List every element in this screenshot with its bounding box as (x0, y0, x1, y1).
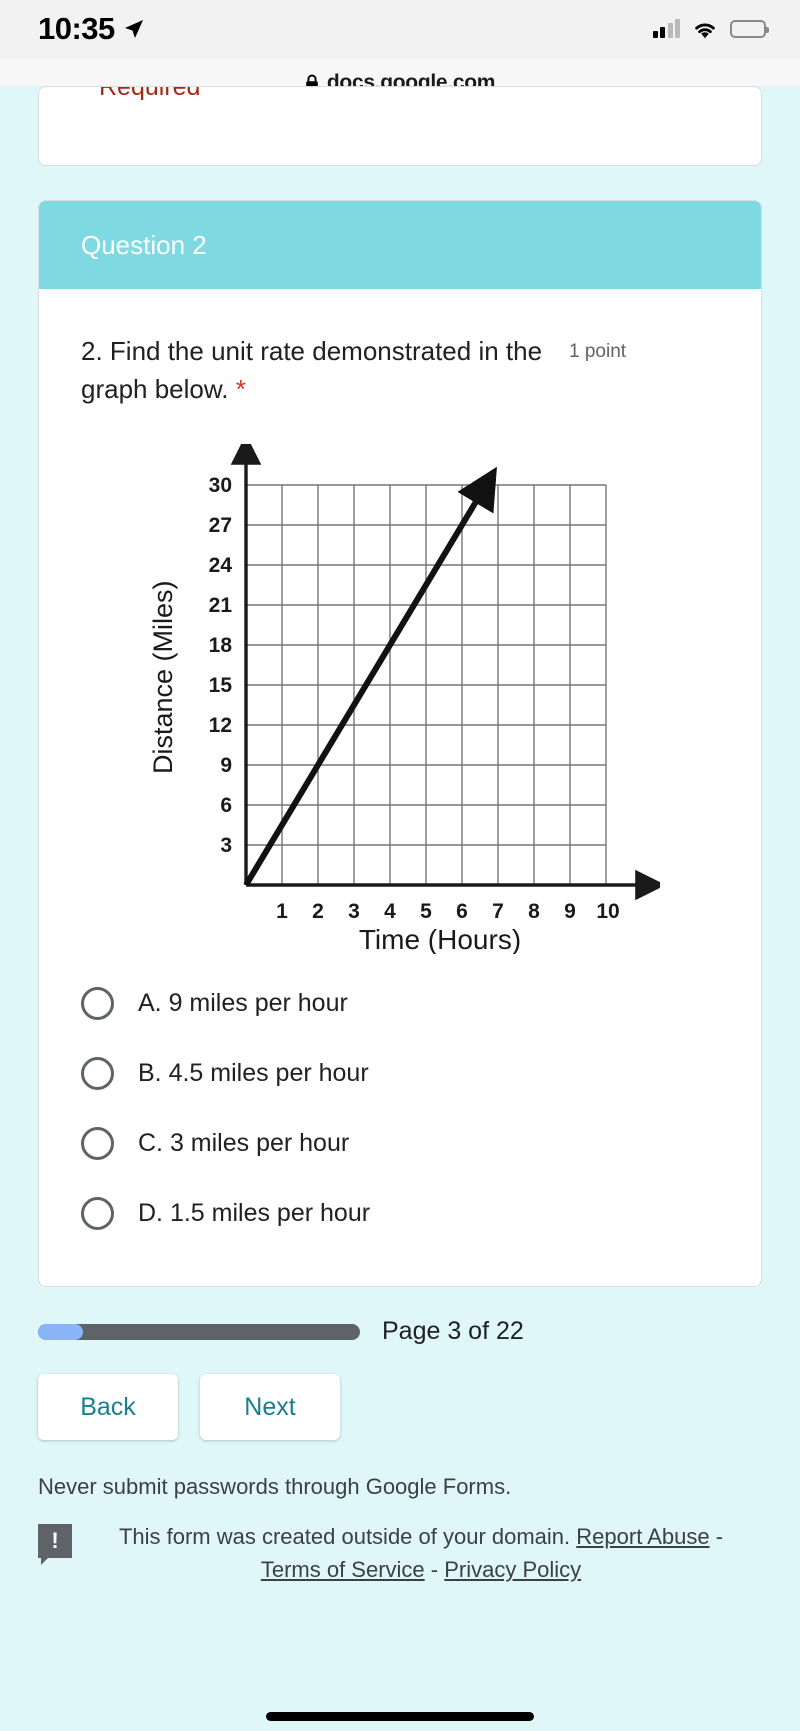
radio-button-icon[interactable] (81, 987, 114, 1020)
progress-row: Page 3 of 22 (38, 1317, 762, 1346)
question-text: 2. Find the unit rate demonstrated in th… (81, 333, 551, 408)
radio-button-icon[interactable] (81, 1057, 114, 1090)
back-button[interactable]: Back (38, 1374, 178, 1440)
x-axis-title: Time (Hours) (359, 924, 521, 954)
svg-text:3: 3 (220, 834, 232, 857)
question-points: 1 point (569, 333, 626, 363)
svg-text:27: 27 (209, 514, 232, 537)
svg-text:6: 6 (456, 900, 468, 923)
svg-text:1: 1 (276, 900, 288, 923)
required-asterisk: * (236, 374, 246, 404)
abuse-separator-1: - (710, 1524, 723, 1549)
wifi-icon (692, 20, 718, 39)
page-counter: Page 3 of 22 (382, 1317, 524, 1346)
question-card-body: 2. Find the unit rate demonstrated in th… (39, 289, 761, 1286)
svg-text:24: 24 (209, 554, 233, 577)
home-indicator (266, 1712, 534, 1721)
distance-time-line-graph: Distance (Miles) 30 27 24 21 18 15 12 9 … (140, 444, 660, 954)
question-card: Question 2 2. Find the unit rate demonst… (38, 200, 762, 1287)
svg-text:6: 6 (220, 794, 232, 817)
x-tick-labels: 1 2 3 4 5 6 7 8 9 10 (276, 900, 620, 923)
answer-option-label: A. 9 miles per hour (138, 989, 348, 1018)
svg-text:15: 15 (209, 674, 233, 697)
previous-question-card: Required (38, 86, 762, 166)
question-text-content: 2. Find the unit rate demonstrated in th… (81, 336, 542, 404)
next-button[interactable]: Next (200, 1374, 340, 1440)
svg-text:8: 8 (528, 900, 540, 923)
required-error-text: Required (99, 86, 200, 102)
svg-text:2: 2 (312, 900, 324, 923)
status-bar-clock: 10:35 (38, 11, 115, 47)
cellular-signal-icon (653, 20, 681, 38)
answer-option-d[interactable]: D. 1.5 miles per hour (81, 1178, 719, 1248)
svg-text:18: 18 (209, 634, 233, 657)
answer-option-b[interactable]: B. 4.5 miles per hour (81, 1038, 719, 1108)
password-disclaimer: Never submit passwords through Google Fo… (38, 1474, 762, 1500)
answer-option-label: C. 3 miles per hour (138, 1129, 349, 1158)
svg-text:3: 3 (348, 900, 360, 923)
abuse-separator-2: - (425, 1557, 445, 1582)
report-abuse-icon: ! (38, 1524, 72, 1558)
report-abuse-row: ! This form was created outside of your … (38, 1520, 762, 1586)
status-bar-right (653, 20, 767, 39)
svg-text:10: 10 (596, 900, 619, 923)
data-line-ray (246, 495, 480, 885)
question-card-title: Question 2 (81, 230, 207, 261)
answer-option-a[interactable]: A. 9 miles per hour (81, 968, 719, 1038)
answer-option-label: D. 1.5 miles per hour (138, 1199, 370, 1228)
privacy-policy-link[interactable]: Privacy Policy (444, 1557, 581, 1582)
form-footer: Page 3 of 22 Back Next Never submit pass… (0, 1287, 800, 1586)
svg-text:5: 5 (420, 900, 432, 923)
radio-button-icon[interactable] (81, 1197, 114, 1230)
form-progress-fill (38, 1324, 83, 1340)
svg-text:4: 4 (384, 900, 396, 923)
answer-options-list: A. 9 miles per hour B. 4.5 miles per hou… (81, 968, 719, 1248)
ios-status-bar: 10:35 (0, 0, 800, 58)
y-axis-title: Distance (Miles) (148, 581, 178, 775)
radio-button-icon[interactable] (81, 1127, 114, 1160)
answer-option-label: B. 4.5 miles per hour (138, 1059, 369, 1088)
report-abuse-link[interactable]: Report Abuse (576, 1524, 709, 1549)
status-bar-left: 10:35 (38, 11, 144, 47)
location-arrow-icon (124, 19, 144, 39)
question-card-header: Question 2 (39, 201, 761, 289)
question-row: 2. Find the unit rate demonstrated in th… (81, 333, 719, 408)
abuse-text: This form was created outside of your do… (90, 1520, 762, 1586)
question-graph-image: Distance (Miles) 30 27 24 21 18 15 12 9 … (81, 444, 719, 954)
svg-text:12: 12 (209, 714, 232, 737)
svg-text:9: 9 (564, 900, 576, 923)
svg-text:21: 21 (209, 594, 233, 617)
navigation-buttons: Back Next (38, 1374, 762, 1440)
svg-text:30: 30 (209, 474, 232, 497)
abuse-prefix-text: This form was created outside of your do… (119, 1524, 576, 1549)
terms-of-service-link[interactable]: Terms of Service (261, 1557, 425, 1582)
y-tick-labels: 30 27 24 21 18 15 12 9 6 3 (209, 474, 233, 857)
answer-option-c[interactable]: C. 3 miles per hour (81, 1108, 719, 1178)
battery-low-icon (730, 20, 766, 38)
svg-text:7: 7 (492, 900, 504, 923)
svg-text:9: 9 (220, 754, 232, 777)
form-progress-bar (38, 1324, 360, 1340)
form-page: Required Question 2 2. Find the unit rat… (0, 86, 800, 1287)
